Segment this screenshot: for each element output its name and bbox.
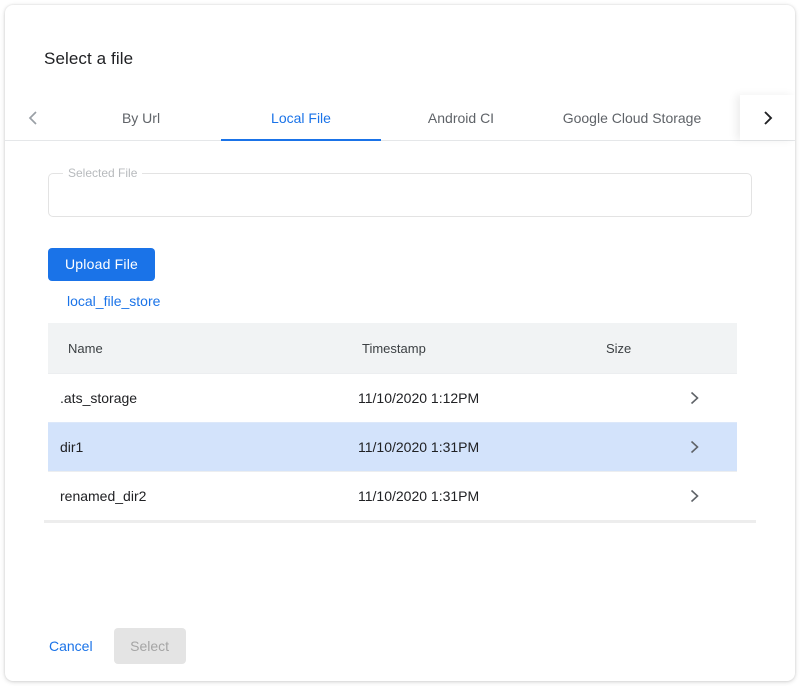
selected-file-field: Selected File [48,173,752,217]
column-header-name: Name [48,341,362,356]
cell-timestamp: 11/10/2020 1:31PM [358,439,606,455]
dialog-title: Select a file [44,49,795,69]
cell-name: .ats_storage [48,390,358,406]
chevron-right-icon [763,111,773,125]
upload-file-button[interactable]: Upload File [48,248,155,281]
chevron-right-icon[interactable] [690,392,699,405]
cancel-button[interactable]: Cancel [44,628,98,664]
tabs-scroll-right-button[interactable] [740,95,795,140]
dialog-actions: Cancel Select [44,628,795,664]
cell-timestamp: 11/10/2020 1:31PM [358,488,606,504]
table-row-dir1[interactable]: dir1 11/10/2020 1:31PM [48,422,737,471]
chevron-left-icon [28,111,38,125]
tab-local-file[interactable]: Local File [221,95,381,140]
tab-google-cloud-storage[interactable]: Google Cloud Storage [541,95,723,140]
tab-bar: By Url Local File Android CI Google Clou… [5,95,795,141]
tab-label: Android CI [428,110,494,126]
tabs-scroll-left-button[interactable] [5,95,61,140]
tab-by-url[interactable]: By Url [61,95,221,140]
tab-label: Google Cloud Storage [563,110,702,126]
file-table-header: Name Timestamp Size [48,323,737,373]
cell-name: dir1 [48,439,358,455]
column-header-timestamp: Timestamp [362,341,606,356]
selected-file-input[interactable] [49,174,751,216]
tab-android-ci[interactable]: Android CI [381,95,541,140]
select-file-dialog: Select a file By Url Local File Android … [5,5,795,681]
table-row-renamed-dir2[interactable]: renamed_dir2 11/10/2020 1:31PM [48,471,737,520]
table-row-ats-storage[interactable]: .ats_storage 11/10/2020 1:12PM [48,373,737,422]
chevron-right-icon[interactable] [690,490,699,503]
select-button[interactable]: Select [114,628,186,664]
table-bottom-divider [44,520,756,523]
breadcrumb-local-file-store[interactable]: local_file_store [67,293,160,309]
tab-label: Local File [271,110,331,126]
cell-name: renamed_dir2 [48,488,358,504]
cell-timestamp: 11/10/2020 1:12PM [358,390,606,406]
chevron-right-icon[interactable] [690,441,699,454]
file-table: Name Timestamp Size .ats_storage 11/10/2… [48,323,737,520]
column-header-size: Size [606,341,737,356]
tab-label: By Url [122,110,160,126]
tab-list: By Url Local File Android CI Google Clou… [61,95,723,140]
